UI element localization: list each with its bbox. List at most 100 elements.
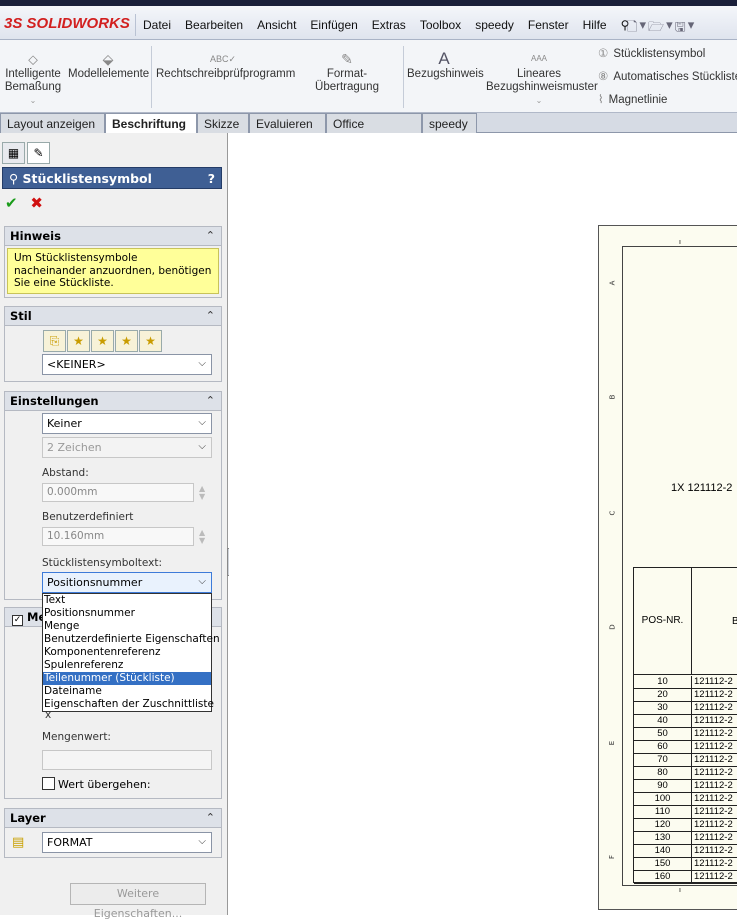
menu-bar: 3S SOLIDWORKS Datei Bearbeiten Ansicht Einf… [0,6,737,40]
tab-item[interactable]: Skizze [197,113,249,133]
hint-text: Um Stücklistensymbole nacheinander anzuo… [7,248,219,294]
dropdown-option[interactable]: Komponentenreferenz [43,646,211,659]
menu-item[interactable]: Fenster [521,18,576,32]
bom-part-cell: 121112-2 [694,728,733,739]
bom-row[interactable]: 120 121112-2 [634,819,737,832]
feature-tree-tab-icon[interactable]: ▦ [2,142,25,164]
border-zone-letter: C [608,510,617,516]
chevron-down-icon[interactable]: ▾ [639,18,646,40]
dropdown-option[interactable]: Eigenschaften der Zuschnittliste [43,698,214,711]
menu-item[interactable]: Bearbeiten [178,18,250,32]
bom-row[interactable]: 90 121112-2 [634,780,737,793]
dropdown-option[interactable]: Positionsnummer [43,607,211,620]
chevron-down-icon[interactable]: ▾ [666,18,673,40]
chevron-up-icon[interactable]: ⌃ [206,811,215,824]
cancel-x-icon[interactable]: ✖ [30,194,43,212]
menu-item[interactable]: Hilfe [576,18,614,32]
bom-row[interactable]: 130 121112-2 [634,832,737,845]
drawing-view-label[interactable]: 1X 121112-2 [671,482,732,494]
menu-item[interactable]: Datei [136,18,178,32]
smart-dimension-icon: ⬦ [28,51,38,67]
bom-part-cell: 121112-2 [694,715,733,726]
tab-item[interactable]: Office Produkte [326,113,422,145]
tab-item[interactable]: speedy [422,113,477,133]
balloon-style-select[interactable]: Keiner ⌵ [42,413,212,434]
bom-row[interactable]: 160 121112-2 [634,871,737,884]
delete-style-icon[interactable]: ★ [91,330,114,352]
dropdown-option[interactable]: Menge [43,620,211,633]
bill-of-materials-table[interactable]: POS-NR. B 10 121112-2 20 121112-2 30 121112-2… [633,567,737,884]
chevron-down-icon[interactable]: ▾ [688,18,695,40]
group-header[interactable]: Stil ⌃ [5,307,221,326]
bom-row[interactable]: 30 121112-2 [634,702,737,715]
tab-item[interactable]: Beschriftung [105,113,197,134]
layer-select[interactable]: FORMAT ⌵ [42,832,212,853]
bom-pos-cell: 70 [634,754,692,766]
balloon-text-select[interactable]: Positionsnummer ⌵ [42,572,212,593]
dropdown-option[interactable]: Dateiname [43,685,211,698]
open-file-icon[interactable]: 🗁 [648,18,664,40]
bom-row[interactable]: 110 121112-2 [634,806,737,819]
linear-note-pattern-button[interactable]: AAA Lineares Bezugshinweismuster ⌄ [486,50,598,107]
override-value-checkbox[interactable] [42,777,55,790]
chevron-up-icon[interactable]: ⌃ [206,394,215,407]
tab-item[interactable]: Layout anzeigen [0,113,105,133]
save-style-icon[interactable]: ★ [115,330,138,352]
menu-item[interactable]: Einfügen [303,18,364,32]
bom-row[interactable]: 60 121112-2 [634,741,737,754]
style-select[interactable]: <KEINER> ⌵ [42,354,212,375]
group-header[interactable]: Einstellungen ⌃ [5,392,221,411]
load-style-icon[interactable]: ★ [139,330,162,352]
group-header[interactable]: Hinweis ⌃ [5,227,221,246]
bom-row[interactable]: 50 121112-2 [634,728,737,741]
spellcheck-button[interactable]: ABC✓ Rechtschreibprüfprogramm [156,50,295,81]
dropdown-option[interactable]: Teilenummer (Stückliste) [43,672,211,685]
menu-item[interactable]: Ansicht [250,18,303,32]
chevron-up-icon[interactable]: ⌃ [206,309,215,322]
menu-item[interactable]: speedy [468,18,521,32]
hint-group: Hinweis ⌃ Um Stücklistensymbole nacheinan… [4,226,222,298]
balloon-icon: ⚲ [9,171,19,186]
bom-row[interactable]: 150 121112-2 [634,858,737,871]
menu-item[interactable]: Toolbox [413,18,468,32]
smart-dimension-button[interactable]: ⬦ Intelligente Bemaßung ⌄ [3,50,63,107]
note-button[interactable]: A Bezugshinweis [407,50,484,81]
ok-check-icon[interactable]: ✔ [5,194,18,212]
new-file-icon[interactable]: 🗋 [627,18,637,40]
gap-input: 0.000mm [42,483,194,502]
model-items-button[interactable]: ⬙ Modellelemente [68,50,149,81]
bom-part-cell: 121112-2 [694,702,733,713]
help-button[interactable]: ? [208,171,215,186]
balloon-icon: ① [598,48,609,60]
bom-row[interactable]: 20 121112-2 [634,689,737,702]
quantity-checkbox[interactable]: ✓ [12,615,23,626]
bom-pos-cell: 90 [634,780,692,792]
bom-row[interactable]: 70 121112-2 [634,754,737,767]
tab-item[interactable]: Evaluieren [249,113,326,133]
bom-part-cell: 121112-2 [694,741,733,752]
bom-pos-cell: 130 [634,832,692,844]
magnetic-line-button[interactable]: ⌇ Magnetlinie [598,92,667,106]
auto-balloon-button[interactable]: ⑧ Automatisches Stückliste [598,69,737,83]
dropdown-option[interactable]: Text [43,594,211,607]
more-properties-button: Weitere Eigenschaften... [70,883,206,920]
bom-row[interactable]: 10 121112-2 [634,676,737,689]
bom-row[interactable]: 40 121112-2 [634,715,737,728]
chevron-up-icon[interactable]: ⌃ [206,229,215,242]
balloon-button[interactable]: ① Stücklistensymbol [598,46,705,60]
save-icon[interactable]: 🖫 [675,18,686,40]
solidworks-logo[interactable]: 3S SOLIDWORKS [4,15,130,32]
menu-item[interactable]: Extras [365,18,413,32]
dropdown-option[interactable]: Spulenreferenz [43,659,211,672]
apply-style-icon[interactable]: ⎘ [43,330,66,352]
format-painter-button[interactable]: ✎ Format-Übertragung [295,50,399,94]
bom-row[interactable]: 140 121112-2 [634,845,737,858]
group-header[interactable]: Layer ⌃ [5,809,221,828]
bom-pos-cell: 10 [634,676,692,688]
bom-part-cell: 121112-2 [694,858,733,869]
dropdown-option[interactable]: Benutzerdefinierte Eigenschaften [43,633,220,646]
add-style-icon[interactable]: ★ [67,330,90,352]
bom-row[interactable]: 80 121112-2 [634,767,737,780]
property-manager-tab-icon[interactable]: ✎ [27,142,50,164]
bom-row[interactable]: 100 121112-2 [634,793,737,806]
